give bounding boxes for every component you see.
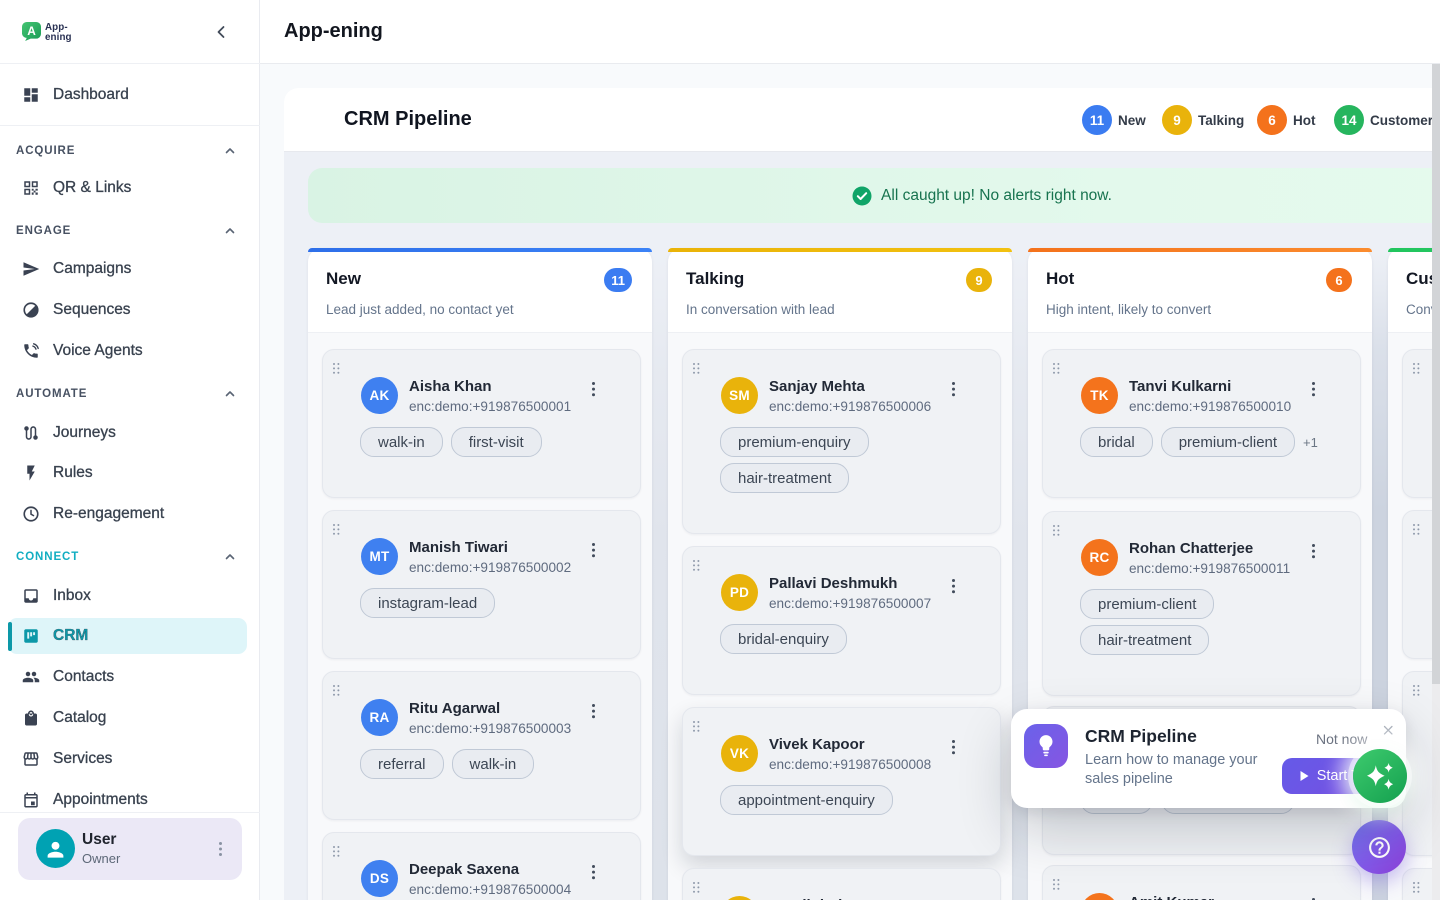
svg-text:A: A xyxy=(27,24,36,38)
